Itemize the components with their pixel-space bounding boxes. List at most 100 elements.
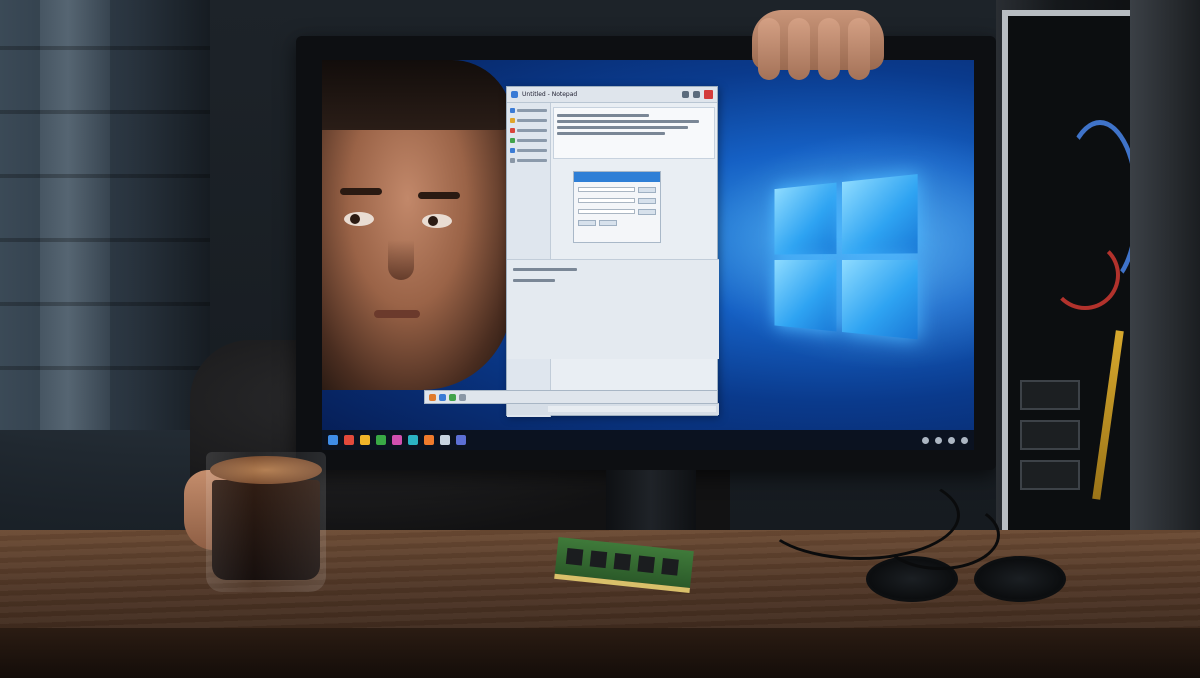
finger xyxy=(758,18,780,80)
text-line xyxy=(557,120,699,123)
logo-pane xyxy=(774,260,837,332)
dialog-field[interactable] xyxy=(578,187,635,192)
mouth xyxy=(374,310,420,318)
start-button[interactable] xyxy=(328,435,338,445)
dialog-button[interactable] xyxy=(638,198,656,204)
logo-pane xyxy=(842,174,918,254)
sidebar-item[interactable] xyxy=(510,107,547,113)
sidebar-item-label xyxy=(517,158,547,162)
sidebar-item[interactable] xyxy=(510,127,547,133)
taskbar-app-icon[interactable] xyxy=(392,435,402,445)
sidebar-item[interactable] xyxy=(510,117,547,123)
secondary-window-toolbar[interactable] xyxy=(424,390,718,404)
drive-bay xyxy=(1020,420,1080,450)
desk-edge xyxy=(0,628,1200,678)
eyebrow-left xyxy=(340,188,382,195)
taskbar-app-icon[interactable] xyxy=(344,435,354,445)
sidebar-item-label xyxy=(517,128,547,132)
dialog-field[interactable] xyxy=(578,198,635,203)
ram-chip xyxy=(637,555,655,574)
face-on-screen xyxy=(322,60,512,390)
finger xyxy=(818,18,840,80)
photo-scene: Untitled - Notepad xyxy=(0,0,1200,678)
toolbar-icon[interactable] xyxy=(449,393,456,401)
pupil xyxy=(350,214,360,224)
notification-icon[interactable] xyxy=(961,436,968,444)
desk-cable xyxy=(880,500,1000,570)
sidebar-item-label xyxy=(517,138,547,142)
toolbar-icon[interactable] xyxy=(429,393,436,401)
lower-panel xyxy=(507,259,719,359)
taskbar-app-icon[interactable] xyxy=(440,435,450,445)
taskbar-app-icon[interactable] xyxy=(376,435,386,445)
app-window[interactable]: Untitled - Notepad xyxy=(506,86,719,417)
coffee-glass xyxy=(206,452,326,592)
sidebar-item[interactable] xyxy=(510,137,547,143)
drive-bay xyxy=(1020,380,1080,410)
text-line xyxy=(557,132,665,135)
app-title: Untitled - Notepad xyxy=(522,91,578,98)
secondary-window-body xyxy=(548,406,716,412)
hair xyxy=(322,60,512,130)
taskbar xyxy=(322,430,974,450)
text-line xyxy=(513,279,556,282)
close-icon[interactable] xyxy=(704,90,713,99)
taskbar-app-icon[interactable] xyxy=(424,435,434,445)
taskbar-app-icon[interactable] xyxy=(360,435,370,445)
folder-icon xyxy=(510,117,515,123)
toolbar-icon[interactable] xyxy=(459,393,466,401)
dialog-row xyxy=(578,187,656,193)
logo-pane xyxy=(774,182,837,255)
pupil xyxy=(428,216,438,226)
file-icon xyxy=(510,127,515,133)
windows-logo-icon xyxy=(774,173,925,346)
hand-on-monitor xyxy=(752,10,884,80)
maximize-icon[interactable] xyxy=(693,91,700,98)
app-title-bar[interactable]: Untitled - Notepad xyxy=(507,87,717,103)
dialog-row xyxy=(578,209,656,215)
text-line xyxy=(557,114,650,117)
ram-chip xyxy=(661,558,679,576)
dialog-row xyxy=(578,198,656,204)
eyebrow-right xyxy=(418,192,460,199)
cancel-button[interactable] xyxy=(599,220,617,226)
file-icon xyxy=(510,147,515,153)
sidebar-item[interactable] xyxy=(510,157,547,163)
taskbar-app-icon[interactable] xyxy=(456,435,466,445)
sidebar-item-label xyxy=(517,118,547,122)
ram-chip xyxy=(589,550,608,569)
dialog-title-bar xyxy=(574,172,660,182)
ok-button[interactable] xyxy=(578,220,596,226)
dialog-button[interactable] xyxy=(638,187,656,193)
window-blinds xyxy=(0,0,210,430)
text-line xyxy=(557,126,688,129)
sidebar-item-label xyxy=(517,108,547,112)
battery-icon[interactable] xyxy=(948,436,955,444)
dialog-box[interactable] xyxy=(573,171,661,243)
ram-chip xyxy=(565,547,584,566)
network-icon[interactable] xyxy=(922,436,929,444)
nose xyxy=(388,240,414,280)
drive-bay xyxy=(1020,460,1080,490)
sidebar-item[interactable] xyxy=(510,147,547,153)
finger xyxy=(848,18,870,80)
eye-right xyxy=(422,214,452,228)
dialog-field[interactable] xyxy=(578,209,635,214)
file-icon xyxy=(510,157,515,163)
text-area[interactable] xyxy=(553,107,715,159)
taskbar-app-icon[interactable] xyxy=(408,435,418,445)
dialog-button[interactable] xyxy=(638,209,656,215)
red-cable xyxy=(1050,240,1120,310)
pc-side-panel xyxy=(1130,0,1200,600)
glasses-lens xyxy=(974,556,1066,602)
file-icon xyxy=(510,137,515,143)
dialog-row xyxy=(578,220,656,226)
volume-icon[interactable] xyxy=(935,436,942,444)
folder-icon xyxy=(510,107,515,113)
sidebar-item-label xyxy=(517,148,547,152)
monitor-screen: Untitled - Notepad xyxy=(322,60,974,450)
logo-pane xyxy=(842,260,918,340)
toolbar-icon[interactable] xyxy=(439,393,446,401)
text-line xyxy=(513,268,577,271)
minimize-icon[interactable] xyxy=(682,91,689,98)
